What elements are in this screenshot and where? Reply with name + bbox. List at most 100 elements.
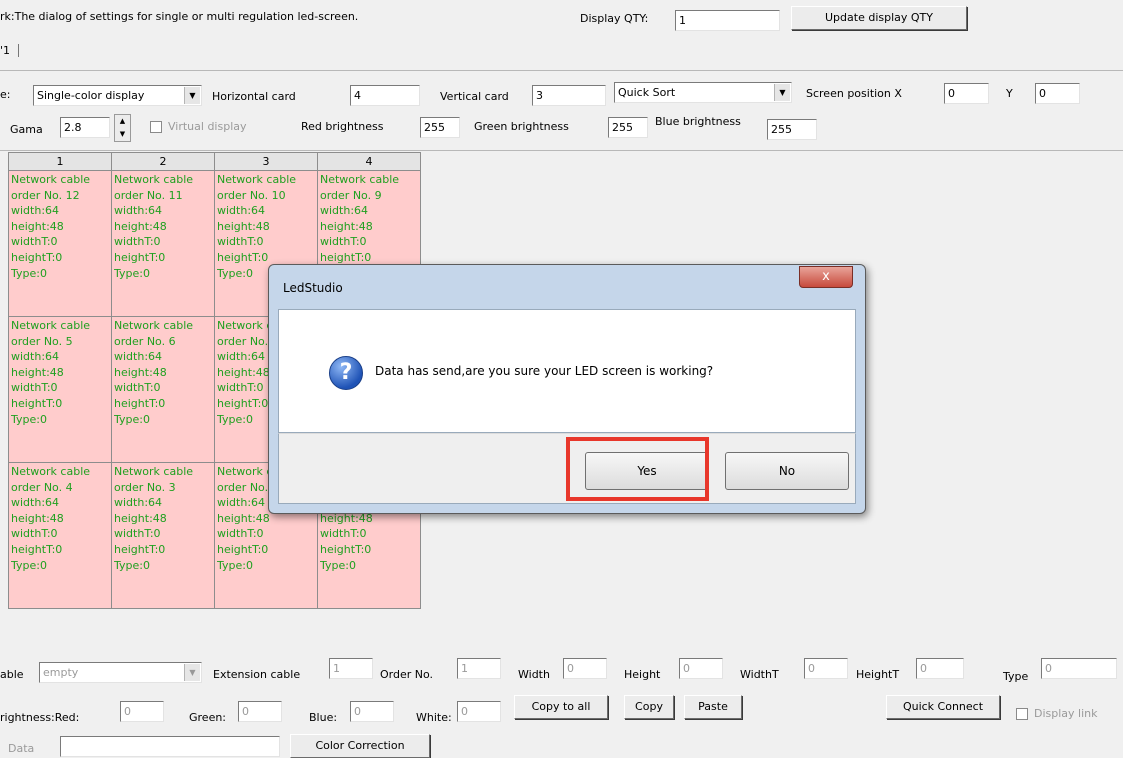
heightt-input[interactable]: 0 [916,658,964,679]
grid-cell-line: order No. 6 [114,334,176,348]
grid-cell-line: width:64 [217,204,266,218]
paste-button[interactable]: Paste [684,695,742,719]
grid-cell-line: widthT:0 [217,527,264,541]
screen-position-x-label: Screen position X [806,87,902,100]
copy-to-all-button[interactable]: Copy to all [514,695,608,719]
display-type-value: Single-color display [37,89,145,102]
close-icon[interactable]: x [799,266,853,288]
column-header[interactable]: 4 [317,152,421,171]
divider [0,70,1123,71]
brightness-red-input[interactable]: 0 [120,701,164,722]
grid-cell[interactable]: Network cable order No. 3 width:64 height:4… [111,462,215,609]
blue-brightness-input[interactable]: 255 [767,119,817,140]
virtual-display-label: Virtual display [168,120,247,133]
sort-value: Quick Sort [618,86,676,99]
vertical-card-input[interactable]: 3 [532,85,606,106]
display-qty-input[interactable]: 1 [675,10,780,31]
gama-input[interactable]: 2.8 [60,117,110,138]
grid-cell[interactable]: Network cable order No. 5 width:64 height:4… [8,316,112,463]
grid-cell-line: order No. 9 [320,188,382,202]
update-display-qty-button[interactable]: Update display QTY [791,6,967,30]
grid-cell-line: widthT:0 [11,381,58,395]
white-input[interactable]: 0 [457,701,501,722]
screen-position-y-label: Y [1006,87,1013,100]
grid-cell-line: Network cable [11,465,91,478]
column-header[interactable]: 1 [8,152,112,171]
extension-cable-input[interactable]: 1 [329,658,373,679]
gama-spinner[interactable]: ▲ ▼ [114,114,131,142]
width-input[interactable]: 0 [563,658,607,679]
grid-cell[interactable]: Network cable order No. 4 width:64 height:4… [8,462,112,609]
sort-select[interactable]: Quick Sort ▼ [614,82,792,103]
display-link-checkbox[interactable] [1016,708,1028,720]
quick-connect-button[interactable]: Quick Connect [886,695,1000,719]
grid-cell-line: Network cable [114,173,194,186]
order-no-input[interactable]: 1 [457,658,501,679]
grid-cell-line: Network cable [11,173,91,186]
grid-cell-line: Network cable [320,173,400,186]
virtual-display-checkbox[interactable] [150,121,162,133]
grid-cell-line: widthT:0 [11,527,58,541]
grid-cell-line: width:64 [11,496,60,510]
chevron-down-icon[interactable]: ▼ [184,87,200,104]
chevron-down-icon[interactable]: ▼ [184,664,200,681]
grid-cell-line: widthT:0 [114,235,161,249]
grid-cell-line: order No. 10 [217,188,286,202]
grid-cell-line: heightT:0 [114,250,166,264]
cable-value: empty [43,666,79,679]
grid-cell-line: widthT:0 [320,527,367,541]
column-header[interactable]: 2 [111,152,215,171]
grid-cell-line: heightT:0 [114,542,166,556]
cable-label: able [0,668,24,681]
grid-cell[interactable]: Network cable order No. 11 width:64 height:… [111,170,215,317]
dialog-message: Data has send,are you sure your LED scre… [375,364,714,378]
grid-cell-line: height:48 [114,365,167,379]
grid-cell-line: height:48 [114,511,167,525]
data-input[interactable] [60,736,280,757]
grid-cell-line: widthT:0 [114,527,161,541]
grid-cell-line: heightT:0 [11,250,63,264]
type-input[interactable]: 0 [1041,658,1117,679]
yes-button-highlight [566,437,709,501]
chevron-down-icon[interactable]: ▼ [774,84,790,101]
column-header[interactable]: 3 [214,152,318,171]
grid-cell-line: order No. 3 [114,480,176,494]
screen-position-y-input[interactable]: 0 [1035,83,1080,104]
display-type-select[interactable]: Single-color display ▼ [33,85,202,106]
grid-cell-line: height:48 [114,219,167,233]
grid-cell-line: height:48 [11,365,64,379]
color-correction-button[interactable]: Color Correction [290,734,430,758]
grid-cell-line: Network cable [114,319,194,332]
white-label: White: [416,711,452,724]
red-brightness-input[interactable]: 255 [420,117,460,138]
display-qty-label: Display QTY: [580,12,649,25]
grid-cell-line: heightT:0 [114,396,166,410]
grid-cell-line: widthT:0 [11,235,58,249]
copy-button[interactable]: Copy [624,695,674,719]
grid-cell-line: order No. 5 [11,334,73,348]
screen-position-x-input[interactable]: 0 [944,83,989,104]
dialog-title: LedStudio [283,281,343,295]
grid-cell-line: Network cable [11,319,91,332]
grid-cell-line: heightT:0 [217,542,269,556]
grid-cell[interactable]: Network cable order No. 12 width:64 height:… [8,170,112,317]
horizontal-card-input[interactable]: 4 [350,85,420,106]
horizontal-card-label: Horizontal card [212,90,296,103]
widtht-input[interactable]: 0 [804,658,848,679]
grid-cell-line: width:64 [11,204,60,218]
grid-cell-line: heightT:0 [11,396,63,410]
grid-cell[interactable]: Network cable order No. 6 width:64 height:4… [111,316,215,463]
green-input[interactable]: 0 [238,701,282,722]
grid-cell-line: heightT:0 [11,542,63,556]
tab-1[interactable]: '1 [0,44,20,57]
cable-select[interactable]: empty ▼ [39,662,202,683]
blue-input[interactable]: 0 [350,701,394,722]
green-brightness-input[interactable]: 255 [608,117,648,138]
no-button[interactable]: No [725,452,849,490]
height-input[interactable]: 0 [679,658,723,679]
red-brightness-label: Red brightness [301,120,384,133]
grid-cell-line: width:64 [11,350,60,364]
grid-cell-line: Type:0 [114,266,150,280]
grid-cell-line: Type:0 [11,558,47,572]
height-label: Height [624,668,661,681]
